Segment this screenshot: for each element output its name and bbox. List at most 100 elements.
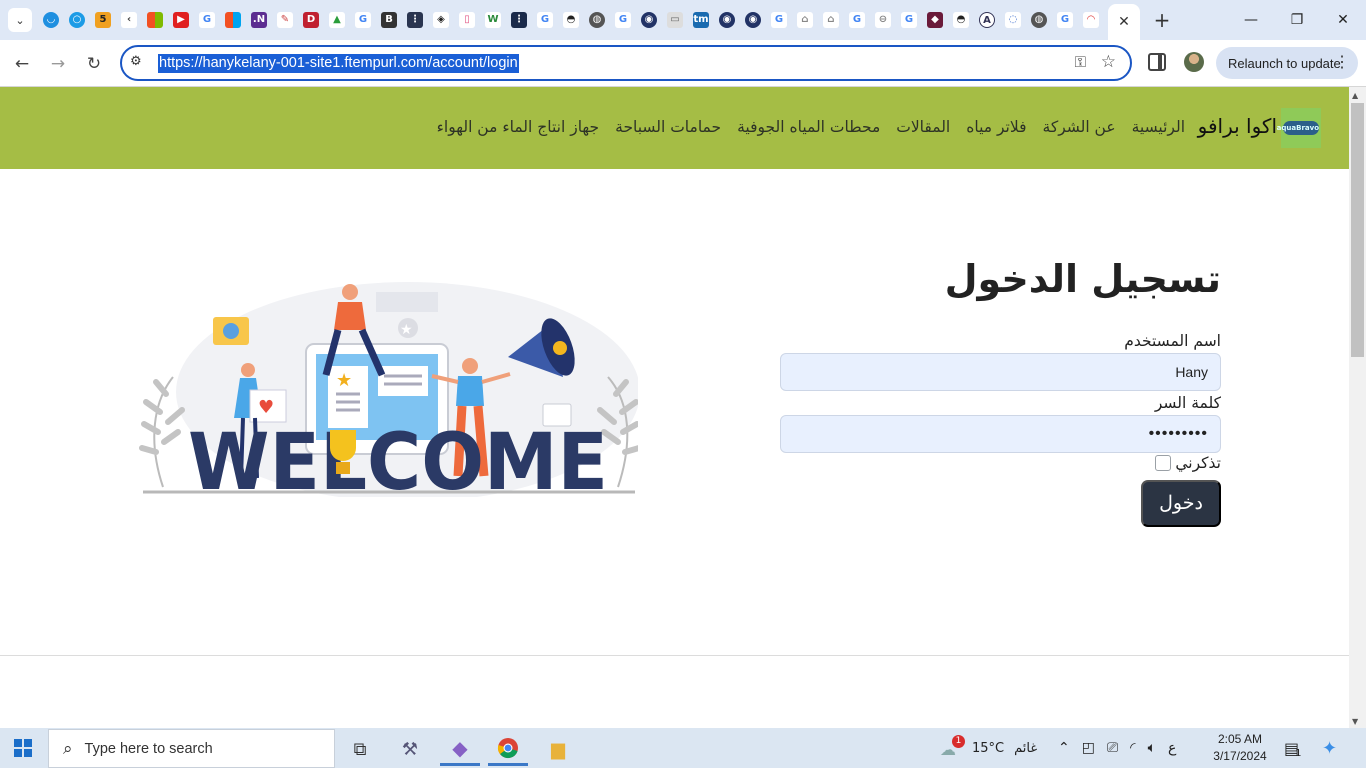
tab-favicon[interactable]: W [480, 9, 506, 31]
chevron-up-icon[interactable]: ⌃ [1058, 740, 1070, 756]
url-text[interactable]: https://hanykelany-001-site1.ftempurl.co… [158, 54, 519, 73]
new-tab-button[interactable]: + [1150, 8, 1174, 32]
tab-favicon[interactable]: ✎ [272, 9, 298, 31]
username-input[interactable]: Hany [780, 353, 1221, 391]
tab-favicon[interactable]: ⌂ [792, 9, 818, 31]
tab-favicon[interactable] [142, 9, 168, 31]
tab-favicon[interactable]: ▭ [662, 9, 688, 31]
start-button[interactable] [14, 739, 32, 757]
login-button[interactable]: دخول [1141, 480, 1221, 527]
tab-favicon[interactable]: G [532, 9, 558, 31]
tab-favicon[interactable]: G [350, 9, 376, 31]
nav-item-filters[interactable]: فلاتر مياه [966, 118, 1026, 136]
tab-favicon[interactable]: ⋮ [402, 9, 428, 31]
input-language[interactable]: ع [1168, 740, 1176, 756]
scroll-down-icon[interactable]: ▼ [1352, 717, 1358, 726]
tab-favicon[interactable]: A [974, 9, 1000, 31]
tab-favicon[interactable]: D [298, 9, 324, 31]
task-view-button[interactable]: ⧉ [340, 732, 380, 766]
taskbar-app-chrome[interactable] [488, 732, 528, 766]
tab-favicon[interactable]: ◍ [1026, 9, 1052, 31]
folder-icon: ▆ [551, 738, 565, 760]
profile-avatar[interactable] [1184, 52, 1204, 72]
tab-favicon[interactable]: G [766, 9, 792, 31]
system-clock[interactable]: 2:05 AM 3/17/2024 [1208, 731, 1272, 765]
back-button[interactable]: ← [8, 50, 36, 78]
tab-favicon[interactable]: ▯ [454, 9, 480, 31]
active-tab[interactable]: ✕ [1108, 4, 1140, 40]
close-window-button[interactable]: ✕ [1320, 0, 1366, 40]
tab-favicon[interactable]: ⊖ [870, 9, 896, 31]
nav-item-swimming-pools[interactable]: حمامات السباحة [615, 118, 721, 136]
tab-favicon[interactable]: ▶ [168, 9, 194, 31]
menu-dots-icon[interactable]: ⋮ [1334, 52, 1350, 72]
tab-favicon[interactable]: ⋮ [506, 9, 532, 31]
scroll-up-icon[interactable]: ▲ [1352, 91, 1358, 100]
taskbar-app-visual-studio[interactable]: ◆ [440, 732, 480, 766]
taskbar-app-tool[interactable]: ⚒ [390, 732, 430, 766]
tab-favicon[interactable]: ◈ [428, 9, 454, 31]
tab-search-button[interactable]: ⌄ [8, 8, 32, 32]
nav-item-air-water-generator[interactable]: جهاز انتاج الماء من الهواء [437, 118, 600, 136]
network-adapter-icon[interactable]: ⎚ [1107, 740, 1118, 756]
tab-favicon[interactable]: G [610, 9, 636, 31]
tab-favicon[interactable]: G [1052, 9, 1078, 31]
tab-favicon[interactable]: .N [246, 9, 272, 31]
address-bar[interactable]: ⚙ https://hanykelany-001-site1.ftempurl.… [120, 45, 1132, 81]
forward-button[interactable]: → [44, 50, 72, 78]
restore-button[interactable]: ❐ [1274, 0, 1320, 40]
taskbar-app-file-explorer[interactable]: ▆ [538, 732, 578, 766]
tab-favicon[interactable]: ▲ [324, 9, 350, 31]
restore-icon: ❐ [1290, 12, 1304, 28]
password-input[interactable]: ••••••••• [780, 415, 1221, 453]
taskbar-search[interactable]: ⌕ Type here to search [48, 729, 335, 768]
reload-button[interactable]: ↻ [80, 50, 108, 78]
tab-favicon[interactable]: ◓ [948, 9, 974, 31]
nav-item-articles[interactable]: المقالات [896, 118, 950, 136]
clock-time: 2:05 AM [1217, 732, 1263, 746]
tab-favicon[interactable]: 5 [90, 9, 116, 31]
clock-date: 3/17/2024 [1213, 749, 1267, 763]
nav-item-groundwater-stations[interactable]: محطات المياه الجوفية [737, 118, 880, 136]
tab-favicon[interactable]: ◉ [740, 9, 766, 31]
key-icon[interactable]: ⚿ [1075, 53, 1086, 71]
wifi-icon[interactable]: ◜ [1130, 740, 1135, 756]
scroll-thumb[interactable] [1351, 103, 1364, 357]
tab-favicon[interactable] [220, 9, 246, 31]
nav-item-home[interactable]: الرئيسية [1132, 118, 1185, 136]
tab-favicon[interactable]: ◠ [1078, 9, 1104, 31]
tab-favicon[interactable]: ◡ [38, 9, 64, 31]
site-brand[interactable]: اكوا برافو [1198, 114, 1277, 138]
page-scrollbar[interactable]: ▲ ▼ [1349, 87, 1366, 728]
weather-widget[interactable]: 15°C غائم [972, 728, 1037, 768]
notification-center-button[interactable]: ▤ 1 [1284, 728, 1302, 768]
minimize-button[interactable]: — [1228, 0, 1274, 40]
copilot-button[interactable]: ✦ [1322, 728, 1337, 768]
tab-favicon[interactable]: ◍ [584, 9, 610, 31]
tab-favicon[interactable]: ◌ [1000, 9, 1026, 31]
tab-favicon[interactable]: ◉ [714, 9, 740, 31]
tab-favicon[interactable]: G [896, 9, 922, 31]
tab-favicon[interactable]: G [194, 9, 220, 31]
site-logo[interactable]: aquaBravo [1277, 108, 1321, 148]
tools-icon: ⚒ [401, 738, 419, 760]
tab-favicon[interactable]: ◓ [558, 9, 584, 31]
close-icon[interactable]: ✕ [1118, 14, 1130, 30]
tab-favicon[interactable]: ◆ [922, 9, 948, 31]
site-settings-icon[interactable]: ⚙ [130, 54, 142, 69]
meet-now-icon[interactable]: ◰ [1082, 740, 1095, 756]
tab-favicon[interactable]: ⌂ [818, 9, 844, 31]
tab-favicon[interactable]: G [844, 9, 870, 31]
tab-favicon[interactable]: ○ [64, 9, 90, 31]
tab-favicon[interactable]: ‹ [116, 9, 142, 31]
remember-me-label: تذكرني [1175, 454, 1221, 472]
remember-me-checkbox[interactable] [1155, 455, 1172, 471]
volume-mute-icon[interactable]: 🔈︎ [1148, 740, 1156, 756]
nav-item-about[interactable]: عن الشركة [1043, 118, 1116, 136]
side-panel-icon[interactable] [1148, 53, 1166, 71]
tab-favicon[interactable]: tm [688, 9, 714, 31]
bookmark-star-icon[interactable]: ☆ [1101, 52, 1116, 72]
tab-favicon[interactable]: ◉ [636, 9, 662, 31]
relaunch-button[interactable]: Relaunch to update ⋮ [1216, 47, 1358, 79]
tab-favicon[interactable]: B [376, 9, 402, 31]
